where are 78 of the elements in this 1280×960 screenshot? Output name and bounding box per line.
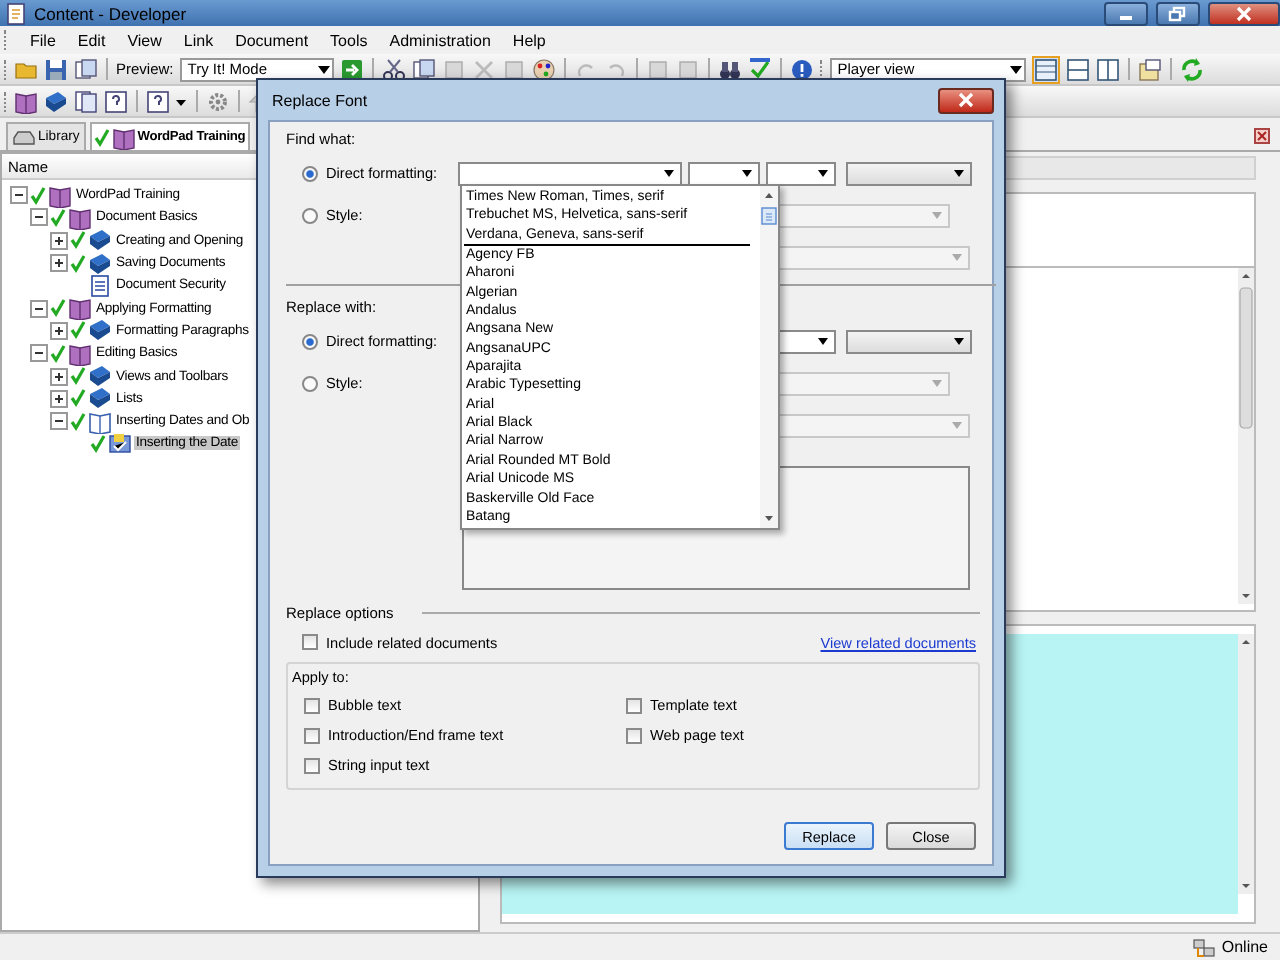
dropdown-arrow-icon bbox=[930, 209, 944, 221]
question-icon[interactable] bbox=[104, 89, 128, 113]
layout-icon[interactable] bbox=[1095, 57, 1120, 81]
help-icon[interactable] bbox=[789, 57, 814, 81]
collapse-icon[interactable] bbox=[30, 299, 48, 318]
minimize-button[interactable] bbox=[1104, 1, 1148, 25]
menu-item[interactable]: Link bbox=[183, 31, 214, 49]
menu-item[interactable]: Administration bbox=[389, 31, 491, 49]
square-icon[interactable] bbox=[501, 57, 526, 81]
layout-icon[interactable] bbox=[1033, 57, 1058, 81]
menu-item[interactable]: File bbox=[30, 31, 56, 49]
dropdown[interactable] bbox=[778, 329, 836, 353]
menu-item[interactable]: Help bbox=[512, 31, 546, 49]
status-text: Online bbox=[1221, 938, 1268, 956]
dropdown-arrow-icon bbox=[315, 61, 332, 77]
dropdown-arrow-icon bbox=[662, 167, 676, 179]
refresh-icon[interactable] bbox=[1179, 57, 1204, 81]
collapse-icon[interactable] bbox=[30, 208, 48, 227]
radio-button[interactable] bbox=[302, 375, 318, 391]
dropdown-arrow-icon bbox=[952, 335, 966, 347]
expand-icon[interactable] bbox=[50, 367, 68, 386]
close-button[interactable] bbox=[1208, 1, 1280, 25]
pages-icon[interactable] bbox=[411, 57, 436, 81]
menu-item[interactable]: Document bbox=[235, 31, 309, 49]
save-icon[interactable] bbox=[44, 57, 68, 81]
question-icon[interactable] bbox=[146, 89, 170, 113]
window-title: Content - Developer bbox=[34, 3, 187, 23]
scissors-icon[interactable] bbox=[381, 57, 406, 81]
square-icon[interactable] bbox=[675, 57, 700, 81]
dropdown-arrow-icon bbox=[816, 167, 830, 179]
radio-button[interactable] bbox=[302, 165, 318, 181]
document-icon bbox=[88, 273, 112, 298]
expand-icon[interactable] bbox=[50, 321, 68, 340]
checkbox[interactable] bbox=[626, 727, 642, 743]
layout-icon[interactable] bbox=[1065, 57, 1090, 81]
dropdown-arrow-icon bbox=[740, 167, 754, 179]
close-icon bbox=[1234, 5, 1254, 21]
checkbox[interactable] bbox=[304, 697, 320, 713]
dropdown-arrow-icon bbox=[930, 377, 944, 389]
restore-icon bbox=[1168, 5, 1188, 21]
collapse-icon[interactable] bbox=[50, 412, 68, 431]
expand-icon[interactable] bbox=[50, 231, 68, 250]
radio-button[interactable] bbox=[302, 333, 318, 349]
checkmark-icon bbox=[93, 127, 110, 147]
dropdown-arrow-icon bbox=[950, 251, 964, 263]
close-icon bbox=[956, 92, 976, 108]
restore-button[interactable] bbox=[1156, 1, 1200, 25]
dialog-title: Replace Font bbox=[272, 91, 370, 109]
square-icon[interactable] bbox=[441, 57, 466, 81]
checkbox[interactable] bbox=[626, 697, 642, 713]
dropdown-arrow-icon bbox=[952, 167, 966, 179]
cross-icon[interactable] bbox=[471, 57, 496, 81]
menu-item[interactable]: View bbox=[127, 31, 162, 49]
go-icon[interactable] bbox=[339, 57, 364, 81]
spellcheck-icon[interactable] bbox=[747, 57, 772, 81]
checkbox[interactable] bbox=[304, 757, 320, 773]
close-icon[interactable] bbox=[1254, 128, 1270, 144]
drive-icon bbox=[12, 127, 36, 147]
menu-item[interactable]: Edit bbox=[77, 31, 106, 49]
properties-icon[interactable] bbox=[1137, 57, 1162, 81]
checkbox[interactable] bbox=[304, 727, 320, 743]
radio-button[interactable] bbox=[302, 207, 318, 223]
dropdown-arrow-icon bbox=[816, 335, 830, 347]
expand-icon[interactable] bbox=[50, 254, 68, 273]
menu-item[interactable]: Tools bbox=[330, 31, 368, 49]
dropdown-arrow-icon bbox=[950, 419, 964, 431]
close-button[interactable] bbox=[938, 87, 994, 113]
document-icon bbox=[4, 1, 28, 25]
binoculars-icon[interactable] bbox=[717, 57, 742, 81]
font-dropdown-menu[interactable] bbox=[460, 184, 780, 530]
expand-icon[interactable] bbox=[50, 389, 68, 408]
collapse-icon[interactable] bbox=[30, 344, 48, 363]
square-icon[interactable] bbox=[645, 57, 670, 81]
gear-icon[interactable] bbox=[206, 89, 230, 113]
collapse-icon[interactable] bbox=[10, 186, 28, 205]
frame-icon bbox=[108, 431, 132, 456]
checkbox[interactable] bbox=[302, 634, 318, 650]
dropdown-arrow-icon bbox=[1007, 61, 1024, 77]
